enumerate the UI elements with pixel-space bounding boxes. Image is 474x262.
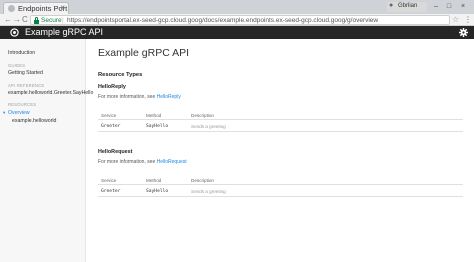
url-text[interactable]: https://endpointsportal.ex-seed-gcp.clou… — [67, 16, 378, 25]
browser-menu-icon[interactable]: ⋮ — [464, 15, 472, 25]
column-header-method: Method — [146, 178, 162, 183]
app-title: Example gRPC API — [25, 27, 104, 37]
info-line: For more information, see HelloReply — [98, 94, 181, 100]
cell-method[interactable]: SayHello — [146, 189, 168, 194]
address-bar[interactable]: Secure | https://endpointsportal.ex-seed… — [30, 15, 450, 25]
sidebar-item-introduction[interactable]: Introduction — [8, 50, 35, 56]
cell-service: Greeter — [101, 189, 121, 194]
type-heading-hellorequest: HelloRequest — [98, 149, 133, 155]
profile-label: Gbrlian — [398, 3, 418, 9]
tab-close-icon[interactable]: × — [60, 3, 65, 12]
endpoints-logo-icon — [10, 28, 19, 37]
back-button[interactable]: ← — [4, 14, 12, 25]
resource-types-heading: Resource Types — [98, 72, 143, 78]
sidebar-item-getting-started[interactable]: Getting Started — [8, 70, 43, 76]
column-header-method: Method — [146, 113, 162, 118]
profile-icon: ● — [389, 2, 394, 9]
forward-button[interactable]: → — [13, 14, 21, 25]
type-heading-helloreply: HelloReply — [98, 84, 126, 90]
info-line: For more information, see HelloRequest — [98, 159, 187, 165]
browser-tab[interactable]: Endpoints Port × — [3, 2, 69, 14]
column-header-service: Service — [101, 178, 117, 183]
secure-label: Secure — [41, 17, 62, 24]
table-row: Greeter SayHello Sends a greeting — [98, 121, 463, 132]
cell-description: Sends a greeting — [191, 189, 226, 194]
settings-gear-icon[interactable] — [459, 28, 468, 37]
sidebar-section-resources: RESOURCES — [8, 102, 37, 107]
sidebar-item-greeter-sayhello[interactable]: example.helloworld.Greeter.SayHello — [8, 90, 93, 96]
column-header-description: Description — [191, 113, 214, 118]
bookmark-star-icon[interactable]: ☆ — [452, 15, 459, 25]
lock-icon — [34, 17, 39, 24]
main-content: Example gRPC API Resource Types HelloRep… — [86, 39, 474, 262]
table-header-row: Service Method Description — [98, 176, 463, 185]
profile-button[interactable]: ● Gbrlian — [387, 2, 427, 12]
helloreply-link[interactable]: HelloReply — [157, 94, 181, 100]
sidebar-section-api-reference: API REFERENCE — [8, 83, 45, 88]
hellorequest-link[interactable]: HelloRequest — [157, 159, 187, 165]
chevron-down-icon[interactable]: ▾ — [3, 110, 5, 116]
cell-method[interactable]: SayHello — [146, 124, 168, 129]
sidebar-item-overview[interactable]: Overview — [8, 110, 30, 116]
window-minimize-button[interactable]: – — [432, 3, 440, 11]
reload-button[interactable]: C — [22, 14, 28, 25]
window-close-button[interactable]: × — [459, 3, 467, 11]
sidebar-section-guides: GUIDES — [8, 63, 26, 68]
app-header: Example gRPC API — [0, 26, 474, 39]
cell-description: Sends a greeting — [191, 124, 226, 129]
browser-tab-strip: Endpoints Port × ● Gbrlian – □ × — [0, 0, 474, 14]
sidebar-item-helloworld[interactable]: example.helloworld — [12, 118, 56, 124]
column-header-description: Description — [191, 178, 214, 183]
window-maximize-button[interactable]: □ — [445, 3, 453, 11]
cell-service: Greeter — [101, 124, 121, 129]
browser-toolbar: ← → C Secure | https://endpointsportal.e… — [0, 14, 474, 26]
tab-favicon-icon — [8, 5, 15, 12]
column-header-service: Service — [101, 113, 117, 118]
info-prefix: For more information, see — [98, 159, 157, 165]
page-title: Example gRPC API — [98, 47, 190, 59]
table-header-row: Service Method Description — [98, 111, 463, 120]
table-row: Greeter SayHello Sends a greeting — [98, 186, 463, 197]
info-prefix: For more information, see — [98, 94, 157, 100]
url-separator: | — [62, 17, 64, 24]
sidebar-nav: Introduction GUIDES Getting Started API … — [0, 39, 93, 262]
